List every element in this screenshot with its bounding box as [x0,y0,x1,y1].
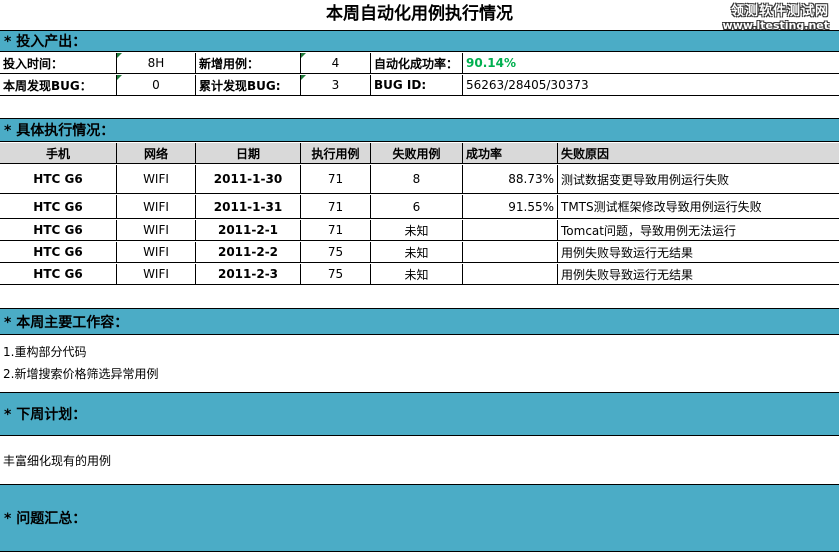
cell-date[interactable]: 2011-1-30 [196,165,301,193]
cell-date[interactable]: 2011-1-31 [196,195,301,218]
cell-reason[interactable]: TMTS测试框架修改导致用例运行失败 [558,195,839,218]
bug-total-value[interactable]: 3 [301,75,371,95]
cell-failed[interactable]: 未知 [371,264,463,284]
time-value[interactable]: 8H [117,53,196,73]
success-rate-label: 自动化成功率： [371,53,463,73]
cell-phone[interactable]: HTC G6 [0,264,117,284]
col-failed: 失败用例 [371,143,463,163]
cell-reason[interactable]: Tomcat问题，导致用例无法运行 [558,220,839,240]
cell-reason[interactable]: 用例失败导致运行无结果 [558,264,839,284]
bug-week-value[interactable]: 0 [117,75,196,95]
cell-executed[interactable]: 71 [301,220,371,240]
bug-week-label: 本周发现BUG： [0,75,117,95]
cell-rate[interactable] [463,220,558,240]
cell-network[interactable]: WIFI [117,242,196,262]
next-plan-text[interactable]: 丰富细化现有的用例 [0,452,839,470]
cell-rate[interactable] [463,264,558,284]
cell-network[interactable]: WIFI [117,264,196,284]
cell-executed[interactable]: 75 [301,264,371,284]
new-cases-label: 新增用例： [196,53,301,73]
table-header: 手机 网络 日期 执行用例 失败用例 成功率 失败原因 [0,143,839,164]
cell-rate[interactable]: 91.55% [463,195,558,218]
watermark: 领测软件测试网 www.ltesting.net [723,5,829,33]
work-item[interactable]: 1.重构部分代码 [0,343,839,361]
cell-executed[interactable]: 71 [301,195,371,218]
cell-network[interactable]: WIFI [117,195,196,218]
section-execution: * 具体执行情况： [0,118,839,142]
section-issues: * 问题汇总： [0,484,839,552]
cell-phone[interactable]: HTC G6 [0,195,117,218]
bug-id-value[interactable]: 56263/28405/30373 [463,75,839,95]
cell-date[interactable]: 2011-2-2 [196,242,301,262]
col-date: 日期 [196,143,301,163]
table-row: HTC G6 WIFI 2011-2-1 71 未知 Tomcat问题，导致用例… [0,220,839,241]
section-input-output: * 投入产出： [0,30,839,52]
col-rate: 成功率 [463,143,558,163]
cell-rate[interactable] [463,242,558,262]
page-title: 本周自动化用例执行情况 [326,4,513,24]
cell-failed[interactable]: 6 [371,195,463,218]
new-cases-value[interactable]: 4 [301,53,371,73]
col-executed: 执行用例 [301,143,371,163]
bug-id-label: BUG ID: [371,75,463,95]
cell-phone[interactable]: HTC G6 [0,242,117,262]
table-row: HTC G6 WIFI 2011-1-30 71 8 88.73% 测试数据变更… [0,165,839,194]
cell-executed[interactable]: 71 [301,165,371,193]
summary-row-2: 本周发现BUG： 0 累计发现BUG: 3 BUG ID: 56263/2840… [0,75,839,96]
section-work: * 本周主要工作容： [0,308,839,335]
table-row: HTC G6 WIFI 2011-2-2 75 未知 用例失败导致运行无结果 [0,242,839,263]
bug-total-label: 累计发现BUG: [196,75,301,95]
cell-failed[interactable]: 未知 [371,220,463,240]
cell-date[interactable]: 2011-2-3 [196,264,301,284]
cell-network[interactable]: WIFI [117,220,196,240]
time-label: 投入时间： [0,53,117,73]
col-network: 网络 [117,143,196,163]
cell-reason[interactable]: 用例失败导致运行无结果 [558,242,839,262]
work-item[interactable]: 2.新增搜索价格筛选异常用例 [0,365,839,383]
table-row: HTC G6 WIFI 2011-1-31 71 6 91.55% TMTS测试… [0,195,839,219]
cell-phone[interactable]: HTC G6 [0,165,117,193]
cell-rate[interactable]: 88.73% [463,165,558,193]
cell-executed[interactable]: 75 [301,242,371,262]
cell-date[interactable]: 2011-2-1 [196,220,301,240]
cell-failed[interactable]: 8 [371,165,463,193]
cell-failed[interactable]: 未知 [371,242,463,262]
success-rate-value[interactable]: 90.14% [463,53,839,73]
watermark-line1: 领测软件测试网 [730,4,829,19]
summary-row-1: 投入时间： 8H 新增用例： 4 自动化成功率： 90.14% [0,53,839,74]
col-reason: 失败原因 [561,146,610,161]
cell-reason[interactable]: 测试数据变更导致用例运行失败 [558,165,839,193]
section-next-plan: * 下周计划： [0,392,839,436]
cell-network[interactable]: WIFI [117,165,196,193]
table-row: HTC G6 WIFI 2011-2-3 75 未知 用例失败导致运行无结果 [0,264,839,285]
col-phone: 手机 [0,143,117,163]
cell-phone[interactable]: HTC G6 [0,220,117,240]
